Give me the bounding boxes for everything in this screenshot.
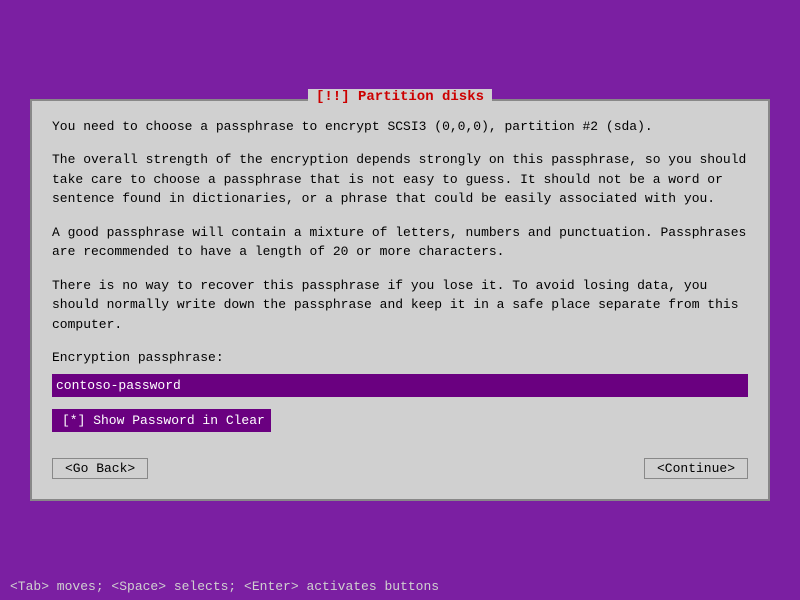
show-password-label: [*] Show Password in Clear: [62, 411, 265, 431]
dialog-content: You need to choose a passphrase to encry…: [52, 117, 748, 479]
show-password-checkbox[interactable]: [*] Show Password in Clear: [52, 409, 271, 433]
paragraph-4: There is no way to recover this passphra…: [52, 276, 748, 335]
passphrase-label: Encryption passphrase:: [52, 348, 748, 368]
paragraph-3: A good passphrase will contain a mixture…: [52, 223, 748, 262]
dialog-title: [!!] Partition disks: [308, 89, 492, 105]
status-bar: <Tab> moves; <Space> selects; <Enter> ac…: [0, 573, 800, 600]
partition-disks-dialog: [!!] Partition disks You need to choose …: [30, 99, 770, 501]
buttons-row: <Go Back> <Continue>: [52, 458, 748, 479]
go-back-button[interactable]: <Go Back>: [52, 458, 148, 479]
continue-button[interactable]: <Continue>: [644, 458, 748, 479]
passphrase-input[interactable]: contoso-password: [56, 376, 744, 396]
passphrase-input-row[interactable]: contoso-password: [52, 374, 748, 398]
paragraph-1: You need to choose a passphrase to encry…: [52, 117, 748, 137]
paragraph-2: The overall strength of the encryption d…: [52, 150, 748, 209]
status-bar-text: <Tab> moves; <Space> selects; <Enter> ac…: [10, 579, 439, 594]
